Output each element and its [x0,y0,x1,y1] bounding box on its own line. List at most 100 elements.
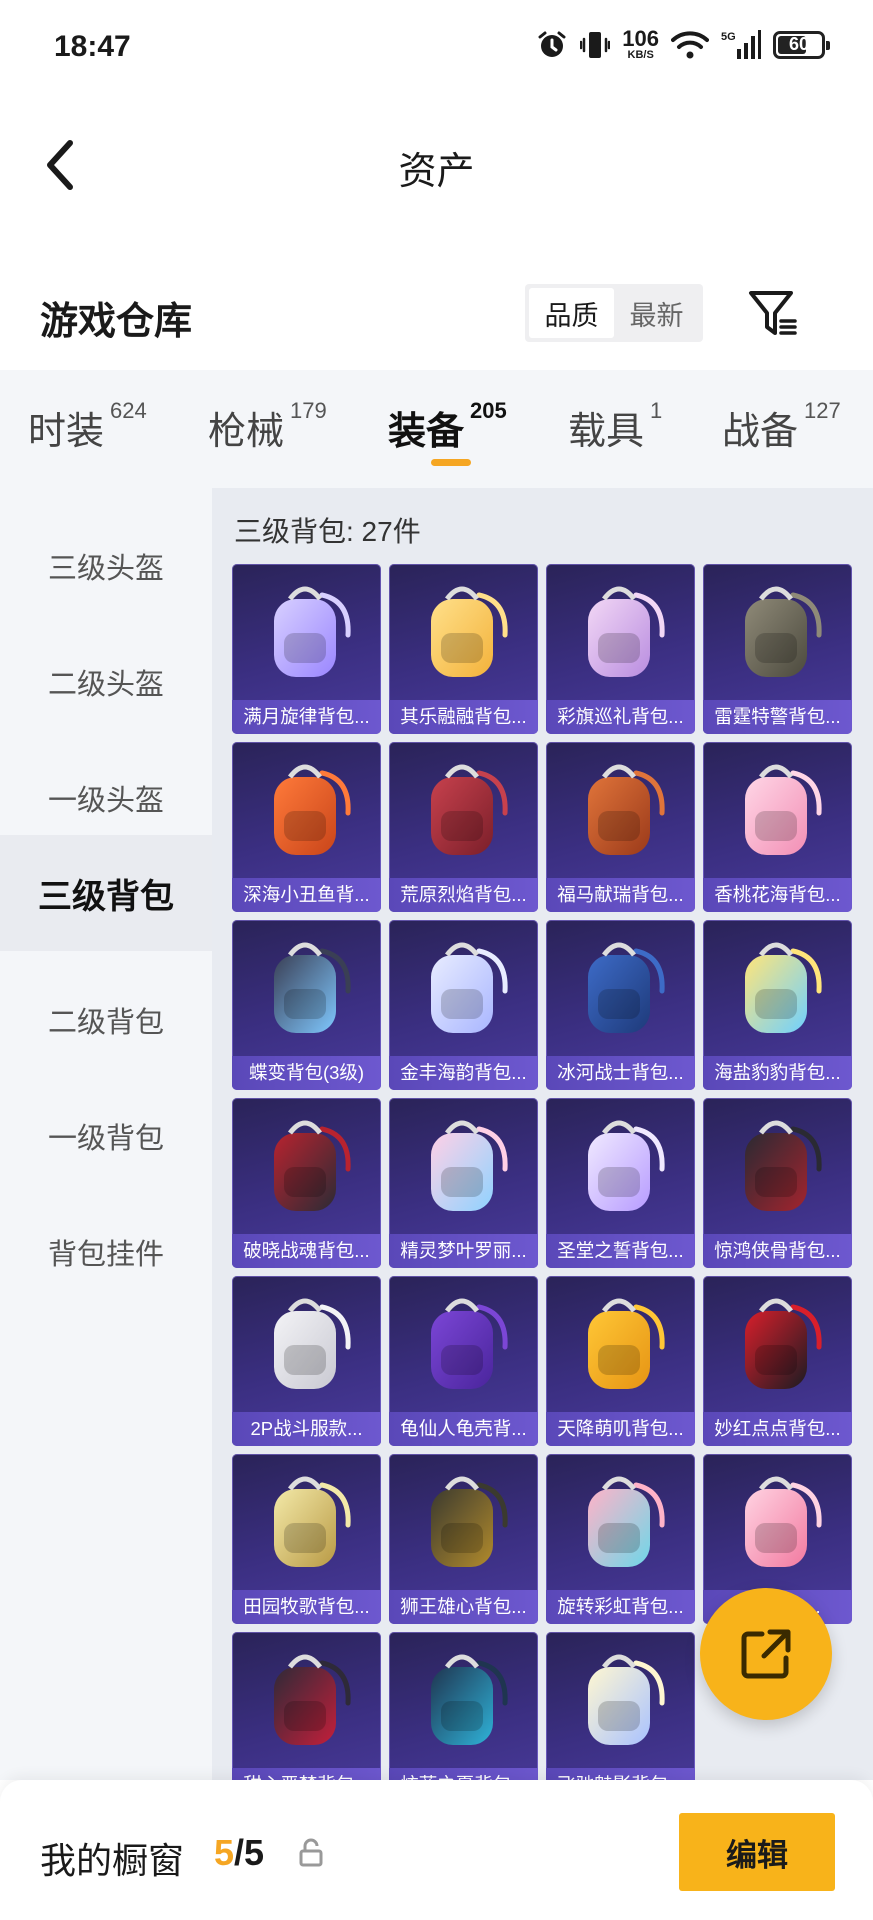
sidebar-item-backpack-charm[interactable]: 背包挂件 [0,1194,212,1310]
item-card[interactable]: 妙红点点背包... [703,1276,852,1446]
item-card[interactable]: 彩旗巡礼背包... [546,564,695,734]
tab-vehicles[interactable]: 载具 1 [568,398,662,455]
sidebar-item-helmet-lv2[interactable]: 二级头盔 [0,624,212,740]
item-name: 金丰海韵背包... [389,1056,538,1090]
showcase-label: 我的橱窗 [40,1840,185,1881]
page-title: 资产 [398,151,475,193]
item-card[interactable]: 甜心恶梦背包... [232,1632,381,1802]
item-card[interactable]: 冰河战士背包... [546,920,695,1090]
backpack-icon [703,742,852,878]
item-name: 旋转彩虹背包... [546,1590,695,1624]
backpack-icon [546,1098,695,1234]
backpack-icon [232,1454,381,1590]
backpack-icon [546,564,695,700]
item-name: 破晓战魂背包... [232,1234,381,1268]
item-card[interactable]: 2P战斗服款... [232,1276,381,1446]
sort-option-newest[interactable]: 最新 [614,288,699,338]
item-name: 田园牧歌背包... [232,1590,381,1624]
backpack-icon [703,564,852,700]
backpack-icon [389,1276,538,1412]
backpack-icon [232,1098,381,1234]
item-name: 深海小丑鱼背... [232,878,381,912]
filter-button[interactable] [744,284,802,342]
item-name: 雷霆特警背包... [703,700,852,734]
item-card[interactable]: 精灵梦叶罗丽... [389,1098,538,1268]
backpack-icon [546,742,695,878]
item-name: 彩旗巡礼背包... [546,700,695,734]
backpack-icon [389,920,538,1056]
showcase-count: 5/5 [214,1832,265,1873]
item-name: 惊鸿侠骨背包... [703,1234,852,1268]
item-name: 海盐豹豹背包... [703,1056,852,1090]
backpack-icon [703,1454,852,1590]
tab-firearms[interactable]: 枪械 179 [208,398,327,455]
status-icons: 106 KB/S 5G 60 [536,26,830,61]
backpack-icon [703,1276,852,1412]
sidebar-item-backpack-lv3[interactable]: 三级背包 [0,835,212,951]
tab-supplies[interactable]: 战备 127 [722,398,841,455]
status-bar: 18:47 106 KB/S 5G 60 [0,0,873,100]
sidebar-item-helmet-lv3[interactable]: 三级头盔 [0,508,212,624]
item-card[interactable]: 海盐豹豹背包... [703,920,852,1090]
item-card[interactable]: 田园牧歌背包... [232,1454,381,1624]
item-name: 香桃花海背包... [703,878,852,912]
signal-icon: 5G [721,29,761,61]
backpack-icon [232,1276,381,1412]
wifi-icon [671,30,709,60]
item-card[interactable]: 狮王雄心背包... [389,1454,538,1624]
backpack-icon [546,1276,695,1412]
item-card[interactable]: 炫蓝之夏背包... [389,1632,538,1802]
sidebar-item-backpack-lv2[interactable]: 二级背包 [0,962,212,1078]
item-card[interactable]: 荒原烈焰背包... [389,742,538,912]
backpack-icon [389,1454,538,1590]
backpack-icon [546,1632,695,1768]
backpack-icon [389,564,538,700]
item-name: 妙红点点背包... [703,1412,852,1446]
lock-icon [298,1838,324,1873]
filter-icon [749,291,797,335]
item-card[interactable]: 破晓战魂背包... [232,1098,381,1268]
item-card[interactable]: 雷霆特警背包... [703,564,852,734]
sidebar: 三级头盔 二级头盔 一级头盔 三级背包 二级背包 一级背包 背包挂件 [0,488,212,1780]
item-card[interactable]: 蝶变背包(3级) [232,920,381,1090]
net-speed: 106 KB/S [622,26,659,61]
tab-equipment[interactable]: 装备 205 [388,398,507,455]
svg-text:5G: 5G [721,31,736,43]
item-name: 圣堂之誓背包... [546,1234,695,1268]
backpack-icon [389,1098,538,1234]
item-card[interactable]: 惊鸿侠骨背包... [703,1098,852,1268]
item-card[interactable]: 飞驰魅影背包... [546,1632,695,1802]
item-card[interactable]: 香桃花海背包... [703,742,852,912]
item-card[interactable]: 天降萌叽背包... [546,1276,695,1446]
share-external-icon [741,1629,791,1679]
item-card[interactable]: 金丰海韵背包... [389,920,538,1090]
item-name: 狮王雄心背包... [389,1590,538,1624]
backpack-icon [389,1632,538,1768]
backpack-icon [389,742,538,878]
item-card[interactable]: 深海小丑鱼背... [232,742,381,912]
item-name: 满月旋律背包... [232,700,381,734]
backpack-icon [703,920,852,1056]
backpack-icon [232,1632,381,1768]
item-card[interactable]: 圣堂之誓背包... [546,1098,695,1268]
item-card[interactable]: 满月旋律背包... [232,564,381,734]
item-name: 精灵梦叶罗丽... [389,1234,538,1268]
item-card[interactable]: 龟仙人龟壳背... [389,1276,538,1446]
vibrate-icon [580,29,611,61]
battery-icon: 60 [773,30,830,59]
backpack-icon [232,920,381,1056]
sort-option-quality[interactable]: 品质 [529,288,614,338]
backpack-icon [232,564,381,700]
backpack-icon [703,1098,852,1234]
item-card[interactable]: 旋转彩虹背包... [546,1454,695,1624]
alarm-icon [536,29,568,61]
item-name: 蝶变背包(3级) [232,1056,381,1090]
share-button[interactable] [700,1588,832,1720]
item-card[interactable]: 其乐融融背包... [389,564,538,734]
edit-button[interactable]: 编辑 [679,1813,835,1891]
tab-fashion[interactable]: 时装 624 [28,398,147,455]
backpack-icon [546,1454,695,1590]
item-card[interactable]: 福马献瑞背包... [546,742,695,912]
item-name: 天降萌叽背包... [546,1412,695,1446]
sidebar-item-backpack-lv1[interactable]: 一级背包 [0,1078,212,1194]
